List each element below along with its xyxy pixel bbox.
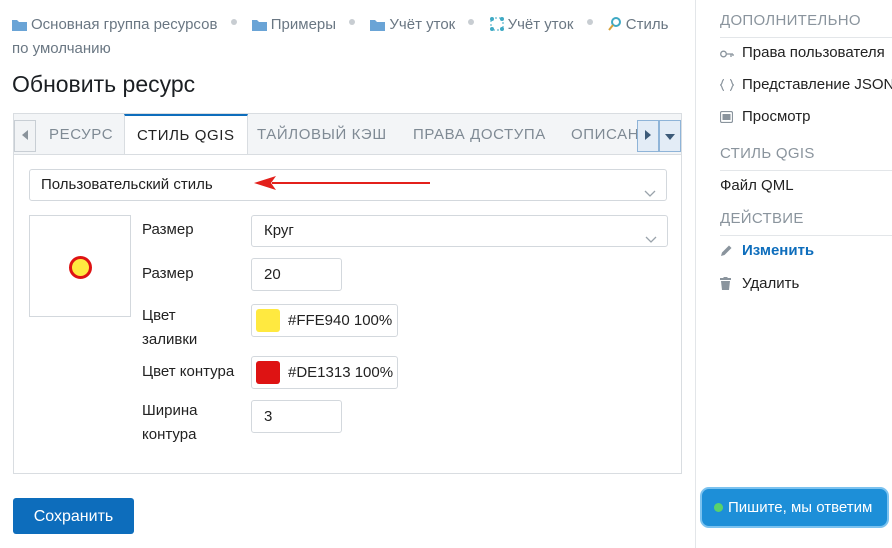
chevron-down-icon	[644, 179, 656, 209]
preview-icon	[719, 109, 736, 129]
style-type-value: Пользовательский стиль	[41, 176, 213, 193]
tab-description[interactable]: Описан	[571, 114, 639, 155]
folder-icon	[251, 16, 267, 38]
breadcrumb: Основная группа ресурсов Примеры Учёт ут…	[12, 14, 682, 60]
sidebar-header-action: Действие	[720, 208, 892, 236]
chevron-down-icon	[645, 225, 657, 255]
trash-icon	[720, 276, 736, 296]
sidebar-item-json-view[interactable]: Представление JSON	[719, 75, 892, 97]
tab-scroll-right-button[interactable]	[637, 120, 659, 152]
sidebar-item-qml-file[interactable]: Файл QML	[720, 176, 794, 196]
tab-resource[interactable]: Ресурс	[49, 114, 113, 155]
breadcrumb-separator	[468, 19, 475, 25]
symbol-preview	[29, 215, 131, 317]
sidebar-item-edit[interactable]: Изменить	[720, 241, 814, 263]
tab-qgis-style[interactable]: Стиль QGIS	[124, 114, 248, 155]
sidebar-item-delete[interactable]: Удалить	[720, 274, 799, 296]
shape-value: Круг	[264, 222, 294, 239]
online-status-dot	[714, 503, 723, 512]
sidebar-item-user-permissions[interactable]: Права пользователя	[720, 43, 885, 65]
breadcrumb-separator	[349, 19, 356, 25]
folder-icon	[12, 16, 27, 38]
tab-scroll-left-button[interactable]	[14, 120, 36, 152]
breadcrumb-separator	[230, 19, 237, 25]
folder-icon	[370, 16, 386, 38]
tab-tile-cache[interactable]: Тайловый кэш	[257, 114, 387, 155]
page: Основная группа ресурсов Примеры Учёт ут…	[0, 0, 892, 548]
pencil-icon	[720, 243, 736, 263]
page-title: Обновить ресурс	[12, 71, 196, 97]
breadcrumb-item[interactable]: Учёт уток	[485, 16, 577, 33]
fill-color-value: #FFE940 100%	[288, 312, 393, 329]
stroke-width-label: Ширина контура	[142, 402, 198, 443]
shape-label: Размер	[142, 221, 194, 238]
breadcrumb-item[interactable]: Основная группа ресурсов	[12, 16, 222, 33]
tab-bar: Ресурс Стиль QGIS Тайловый кэш Права дос…	[13, 113, 682, 155]
shape-select[interactable]: Круг	[251, 215, 668, 247]
main-content: Основная группа ресурсов Примеры Учёт ут…	[0, 0, 695, 548]
chat-label: Пишите, мы ответим	[728, 499, 873, 516]
stroke-color-label: Цвет контура	[142, 363, 235, 380]
stroke-width-input[interactable]: 3	[251, 400, 342, 433]
breadcrumb-item[interactable]: Учёт уток	[366, 16, 459, 33]
sidebar-header-qgis-style: Стиль QGIS	[720, 143, 892, 171]
vector-layer-icon	[489, 16, 504, 38]
braces-icon	[719, 77, 736, 97]
annotation-arrow-icon	[254, 175, 434, 196]
caret-down-icon	[665, 127, 675, 145]
fill-color-swatch[interactable]	[256, 309, 280, 332]
tab-menu-button[interactable]	[659, 120, 681, 152]
qgis-style-panel: Пользовательский стиль Размер Круг Разме…	[13, 154, 682, 474]
caret-right-icon	[645, 127, 651, 145]
breadcrumb-separator	[586, 19, 593, 25]
size-label: Размер	[142, 265, 194, 282]
sidebar: Дополнительно Права пользователя Предста…	[695, 0, 892, 548]
style-icon	[607, 16, 622, 38]
caret-left-icon	[22, 127, 28, 145]
tab-permissions[interactable]: Права доступа	[413, 114, 546, 155]
key-icon	[720, 45, 736, 65]
stroke-color-value: #DE1313 100%	[288, 364, 394, 381]
stroke-width-value: 3	[264, 408, 273, 425]
stroke-color-picker[interactable]: #DE1313 100%	[251, 356, 398, 389]
save-button[interactable]: Сохранить	[13, 498, 134, 534]
size-value: 20	[264, 266, 281, 283]
breadcrumb-item[interactable]: Примеры	[248, 16, 341, 33]
sidebar-item-preview[interactable]: Просмотр	[719, 107, 811, 129]
chat-widget-button[interactable]: Пишите, мы ответим	[700, 487, 889, 528]
stroke-color-swatch[interactable]	[256, 361, 280, 384]
sidebar-header-extra: Дополнительно	[720, 10, 892, 38]
symbol-preview-dot	[69, 256, 92, 279]
fill-color-picker[interactable]: #FFE940 100%	[251, 304, 398, 337]
size-input[interactable]: 20	[251, 258, 342, 291]
fill-color-label: Цвет заливки	[142, 307, 198, 348]
